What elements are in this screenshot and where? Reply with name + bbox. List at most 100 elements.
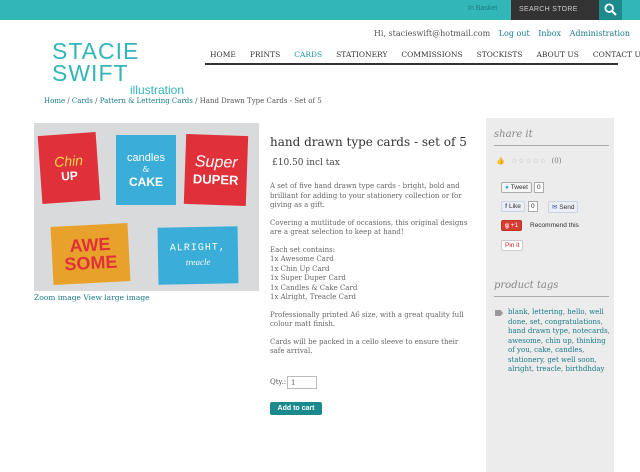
logo-title: STACIE SWIFT xyxy=(52,38,140,86)
nav-commissions[interactable]: COMMISSIONS xyxy=(401,43,462,63)
breadcrumb-sep: / xyxy=(192,97,200,105)
card-candles-cake: candles & CAKE xyxy=(116,135,176,205)
search-icon xyxy=(604,3,617,16)
send-button[interactable]: ✉ Send xyxy=(548,201,579,213)
nav-stockists[interactable]: STOCKISTS xyxy=(477,43,523,63)
site-logo[interactable]: STACIE SWIFT illustration xyxy=(52,38,202,97)
desc-paragraph: Cards will be packed in a cello sleeve t… xyxy=(270,337,459,356)
gplus-label: +1 xyxy=(510,222,519,229)
contents-item: 1x Super Duper Card xyxy=(270,274,346,282)
admin-link[interactable]: Administration xyxy=(570,29,630,38)
like-count: 0 xyxy=(528,201,538,212)
product-image[interactable]: Chin UP candles & CAKE Super DUPER AWE S… xyxy=(34,123,259,291)
quantity-input[interactable] xyxy=(287,376,317,389)
nav-about-us[interactable]: ABOUT US xyxy=(536,43,578,63)
nav-stationery[interactable]: STATIONERY xyxy=(336,43,387,63)
breadcrumb-sep: / xyxy=(92,97,100,105)
tags-heading: product tags xyxy=(494,280,559,291)
view-large-image-link[interactable]: View large image xyxy=(83,293,149,302)
tag-link[interactable]: alright xyxy=(508,365,532,373)
gplus-text: Recommend this xyxy=(530,222,579,229)
card-text: & xyxy=(142,164,150,174)
nav-prints[interactable]: PRINTS xyxy=(250,43,280,63)
star-rating-icon[interactable]: ☆☆☆☆☆ xyxy=(511,157,547,165)
contents-item: 1x Awesome Card xyxy=(270,255,334,263)
card-text: Super xyxy=(194,152,238,172)
like-button[interactable]: f Like xyxy=(501,201,525,212)
desc-paragraph: Professionally printed A6 size, with a g… xyxy=(270,310,464,329)
card-super-duper: Super DUPER xyxy=(183,133,249,207)
send-icon: ✉ xyxy=(552,204,558,211)
logout-link[interactable]: Log out xyxy=(499,29,530,38)
send-label: Send xyxy=(559,204,575,211)
user-links: Hi, stacieswift@hotmail.com Log out Inbo… xyxy=(368,29,630,38)
tag-link[interactable]: congratulations xyxy=(545,318,601,326)
product-title: hand drawn type cards - set of 5 xyxy=(270,135,467,149)
nav-contact-us[interactable]: CONTACT US xyxy=(593,43,640,63)
tag-link[interactable]: treacle xyxy=(536,365,561,373)
tag-link[interactable]: chin up xyxy=(545,337,571,345)
tweet-count: 0 xyxy=(534,182,544,193)
sidebar: share it 👍 ☆☆☆☆☆ (0) ● Tweet 0 f Like 0 … xyxy=(486,118,614,472)
tag-link[interactable]: stationery xyxy=(508,356,543,364)
search-input[interactable]: SEARCH STORE xyxy=(511,0,599,20)
card-text: treacle xyxy=(185,256,211,268)
card-awesome: AWE SOME xyxy=(50,223,131,285)
card-text: ALRIGHT, xyxy=(169,242,226,255)
tweet-label: Tweet xyxy=(510,184,528,191)
tag-list: blank, lettering, hello, well done, set,… xyxy=(508,308,610,373)
divider xyxy=(494,145,609,146)
contents-item: 1x Chin Up Card xyxy=(270,264,330,273)
desc-paragraph: Covering a mutlitude of occasions, this … xyxy=(270,218,468,237)
tag-link[interactable]: blank xyxy=(508,308,528,316)
card-text: SOME xyxy=(63,251,118,275)
card-text: candles xyxy=(127,151,165,164)
contents-item: 1x Alright, Treacle Card xyxy=(270,293,356,301)
share-heading: share it xyxy=(494,129,533,140)
contents-label: Each set contains: xyxy=(270,245,336,254)
rating: 👍 ☆☆☆☆☆ (0) xyxy=(496,157,562,165)
contents-list: Each set contains: 1x Awesome Card 1x Ch… xyxy=(270,246,470,303)
breadcrumb-pattern[interactable]: Pattern & Lettering Cards xyxy=(100,97,193,105)
image-links: Zoom image View large image xyxy=(34,293,150,302)
search-button[interactable] xyxy=(599,0,622,20)
tag-link[interactable]: hand drawn type xyxy=(508,327,568,335)
google-plus-icon: g xyxy=(505,222,509,229)
twitter-icon: ● xyxy=(505,184,509,191)
card-text: DUPER xyxy=(192,170,239,188)
user-greeting: Hi, stacieswift@hotmail.com xyxy=(373,29,491,38)
card-alright-treacle: ALRIGHT, treacle xyxy=(157,226,239,285)
breadcrumb-cards[interactable]: Cards xyxy=(72,97,93,105)
basket-link[interactable]: In Basket xyxy=(468,5,497,12)
tag-link[interactable]: set xyxy=(530,318,541,326)
tag-link[interactable]: get well soon xyxy=(547,356,594,364)
product-price: £10.50 incl tax xyxy=(272,158,340,168)
desc-paragraph: A set of five hand drawn type cards - br… xyxy=(270,182,462,209)
tag-link[interactable]: hello xyxy=(567,308,584,316)
breadcrumb-home[interactable]: Home xyxy=(44,97,65,105)
tag-link[interactable]: awesome xyxy=(508,337,541,345)
tag-link[interactable]: cake xyxy=(534,346,550,354)
divider xyxy=(494,296,609,297)
facebook-icon: f xyxy=(505,203,508,210)
nav-cards[interactable]: CARDS xyxy=(294,43,322,63)
pin-it-button[interactable]: Pin it xyxy=(501,240,524,251)
tag-link[interactable]: lettering xyxy=(532,308,563,316)
tweet-button[interactable]: ● Tweet xyxy=(501,182,532,193)
tag-link[interactable]: candles xyxy=(555,346,582,354)
inbox-link[interactable]: Inbox xyxy=(538,29,561,38)
tag-link[interactable]: notecards xyxy=(572,327,607,335)
google-plus-button[interactable]: g +1 xyxy=(501,220,523,231)
tag-link[interactable]: birthdhday xyxy=(566,365,605,373)
rating-count: (0) xyxy=(551,157,562,165)
main-nav: HOME PRINTS CARDS STATIONERY COMMISSIONS… xyxy=(205,43,640,65)
breadcrumb-current: Hand Drawn Type Cards - Set of 5 xyxy=(199,97,322,105)
product-description: A set of five hand drawn type cards - br… xyxy=(270,182,470,365)
add-to-cart-button[interactable]: Add to cart xyxy=(270,402,322,415)
card-text: Chin xyxy=(53,152,84,171)
qty-label: Qty.: xyxy=(270,378,287,386)
card-text: CAKE xyxy=(128,174,163,189)
nav-home[interactable]: HOME xyxy=(210,43,236,63)
thumbs-up-icon[interactable]: 👍 xyxy=(496,157,505,165)
zoom-image-link[interactable]: Zoom image xyxy=(34,293,81,302)
